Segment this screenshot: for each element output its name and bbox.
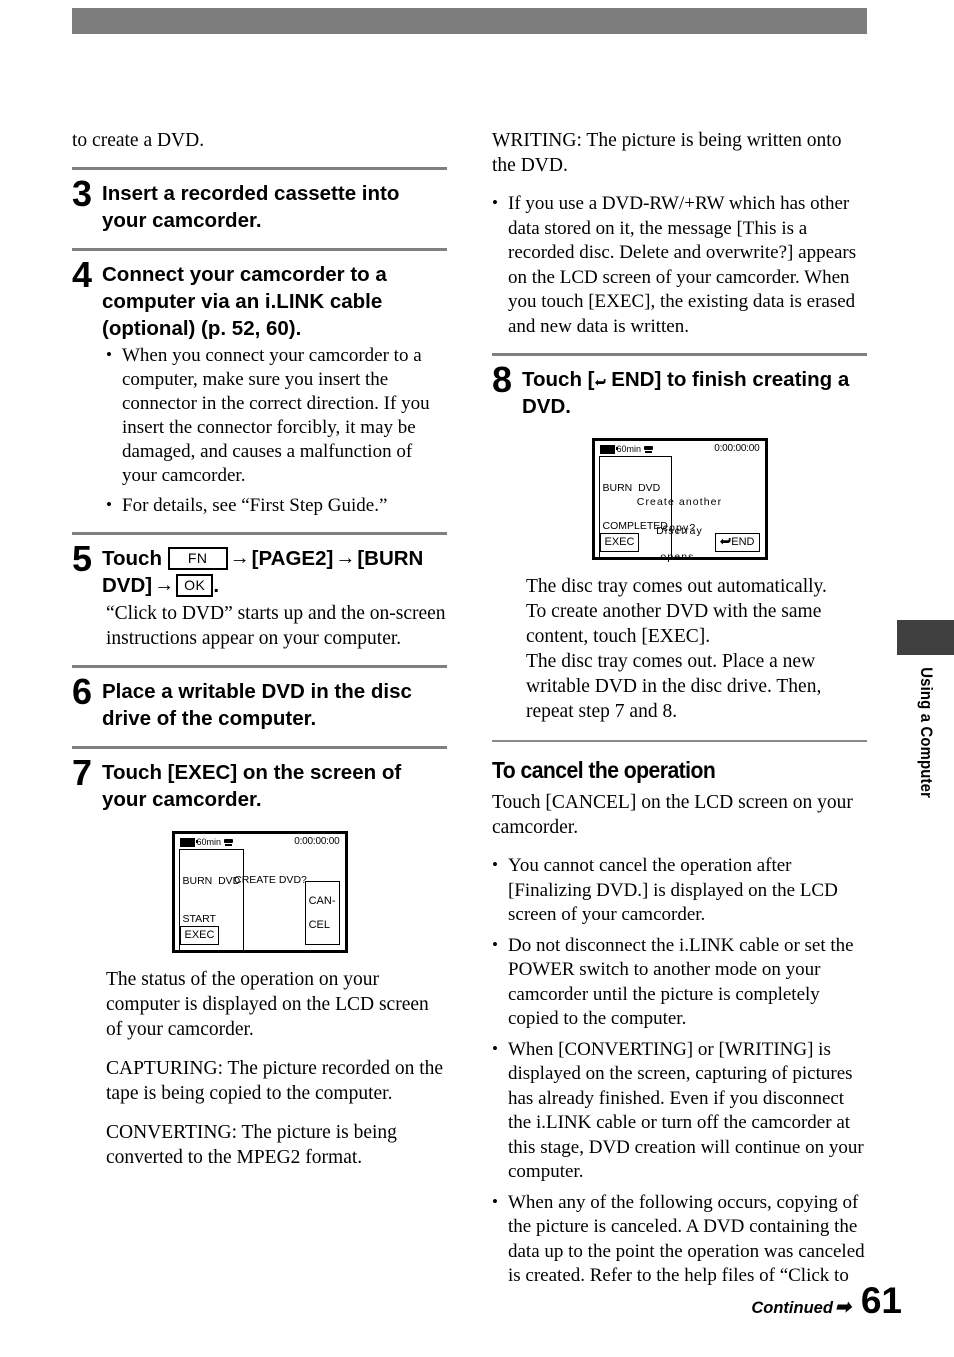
step-8-number: 8 (492, 359, 513, 400)
step-7-number: 7 (72, 752, 93, 793)
lcd-screen-burn-start: 60min 0:00:00:00 BURN DVD START CREATE D… (171, 831, 348, 953)
lcd-illustration-start-wrap: 60min 0:00:00:00 BURN DVD START CREATE D… (72, 831, 447, 953)
step-6-number: 6 (72, 671, 93, 712)
continued-label: Continued ➡ (751, 1298, 851, 1318)
lcd-cancel-line-1: CAN- (308, 895, 336, 907)
step-6-title: Place a writable DVD in the disc drive o… (102, 680, 412, 730)
section-tab: Using a Computer (897, 660, 954, 890)
lcd-exec-button[interactable]: EXEC (179, 926, 220, 945)
step-7: 7 Touch [EXEC] on the screen of your cam… (72, 752, 447, 813)
continued-text: Continued (751, 1299, 833, 1317)
list-item: When [CONVERTING] or [WRITING] is displa… (492, 1037, 867, 1185)
ok-key-box[interactable]: OK (176, 574, 214, 597)
lcd-status-bar: 60min 0:00:00:00 (599, 443, 760, 454)
list-item: When you connect your camcorder to a com… (106, 343, 447, 488)
lcd-screen-burn-completed: 60min 0:00:00:00 BURN DVD COMPLETED Crea… (591, 438, 768, 563)
section-divider (72, 248, 447, 251)
list-item: For details, see “First Step Guide.” (106, 493, 447, 518)
right-column: WRITING: The picture is being written on… (492, 128, 867, 1301)
page-number: 61 (860, 1280, 902, 1321)
section-tab-label: Using a Computer (917, 667, 935, 799)
lcd-exec-button[interactable]: EXEC (599, 533, 640, 552)
arrow-right-icon: → (229, 547, 250, 569)
section-divider (72, 665, 447, 668)
lcd-end-button-label: END (731, 536, 755, 548)
step-3-number: 3 (72, 173, 93, 214)
status-paragraph-capturing: CAPTURING: The picture recorded on the t… (106, 1058, 444, 1104)
list-item: When any of the following occurs, copyin… (492, 1190, 867, 1289)
lcd-status-line-2: START (182, 912, 216, 925)
list-item: Do not disconnect the i.LINK cable or se… (492, 933, 867, 1032)
section-divider (72, 167, 447, 170)
arrow-right-icon: → (335, 547, 356, 569)
lcd-message-line-4: opens. (660, 551, 699, 563)
status-paragraph-converting: CONVERTING: The picture is being convert… (106, 1122, 397, 1168)
section-divider (492, 353, 867, 356)
return-arrow-icon (594, 379, 605, 386)
arrow-right-icon: ➡ (834, 1297, 851, 1318)
step-4: 4 Connect your camcorder to a computer v… (72, 254, 447, 342)
timecode-label: 0:00:00:00 (714, 443, 760, 454)
timecode-label: 0:00:00:00 (294, 836, 340, 847)
status-paragraph-writing: WRITING: The picture is being written on… (492, 130, 842, 176)
battery-time-label: 60min (196, 837, 222, 847)
disc-tray-paragraph: The disc tray comes out automatically. T… (526, 576, 827, 722)
lcd-status-left: 60min (179, 837, 234, 847)
lcd-status-left: 60min (599, 444, 654, 454)
step-4-number: 4 (72, 254, 93, 295)
section-divider (72, 746, 447, 749)
page-footer: Continued ➡ 61 (751, 1282, 902, 1319)
cancel-section-heading: To cancel the operation (492, 757, 716, 783)
cancel-notes: You cannot cancel the operation after [F… (492, 853, 867, 1289)
page-header-band (72, 8, 867, 34)
step-5-title: Touch FN →[PAGE2] →[BURN DVD] → OK. (102, 545, 447, 599)
page2-label: [PAGE2] (251, 547, 334, 570)
battery-icon (599, 444, 618, 454)
step-6: 6 Place a writable DVD in the disc drive… (72, 671, 447, 732)
status-paragraph-1: The status of the operation on your comp… (106, 969, 429, 1040)
step-8-title: Touch [ END] to finish creating a DVD. (522, 366, 867, 420)
step-4-title: Connect your camcorder to a computer via… (102, 263, 387, 340)
cassette-tape-icon (224, 838, 234, 847)
lcd-illustration-completed-wrap: 60min 0:00:00:00 BURN DVD COMPLETED Crea… (492, 438, 867, 563)
step-8-title-prefix: Touch [ (522, 368, 595, 391)
step-5-period: . (213, 574, 220, 597)
cassette-tape-icon (644, 445, 654, 454)
section-divider (492, 740, 867, 742)
step-3: 3 Insert a recorded cassette into your c… (72, 173, 447, 234)
section-divider (72, 532, 447, 535)
section-tab-block (897, 620, 954, 655)
writing-notes: If you use a DVD-RW/+RW which has other … (492, 191, 867, 339)
arrow-right-icon: → (154, 574, 175, 596)
fn-key-box[interactable]: FN (167, 547, 228, 570)
left-column: to create a DVD. 3 Insert a recorded cas… (72, 128, 447, 1184)
intro-text: to create a DVD. (72, 130, 205, 151)
battery-icon (179, 837, 198, 847)
lcd-end-button[interactable]: END (715, 533, 760, 552)
lcd-message-line-1: Create another (636, 496, 723, 508)
list-item: You cannot cancel the operation after [F… (492, 853, 867, 928)
step-3-title: Insert a recorded cassette into your cam… (102, 182, 400, 232)
step-5-touch-word: Touch (102, 547, 162, 570)
step-7-title: Touch [EXEC] on the screen of your camco… (102, 761, 402, 811)
step-5: 5 Touch FN →[PAGE2] →[BURN DVD] → OK. (72, 538, 447, 599)
step-5-number: 5 (72, 538, 93, 579)
cancel-section-body: Touch [CANCEL] on the LCD screen on your… (492, 792, 853, 838)
step-5-body: “Click to DVD” starts up and the on-scre… (106, 603, 446, 649)
return-arrow-icon (720, 538, 731, 545)
lcd-status-bar: 60min 0:00:00:00 (179, 836, 340, 847)
step-8: 8 Touch [ END] to finish creating a DVD. (492, 359, 867, 420)
lcd-cancel-line-2: CEL (308, 919, 331, 931)
lcd-cancel-button[interactable]: CAN- CEL (304, 881, 340, 945)
step-4-notes: When you connect your camcorder to a com… (106, 343, 447, 518)
list-item: If you use a DVD-RW/+RW which has other … (492, 191, 867, 339)
battery-time-label: 60min (616, 444, 642, 454)
